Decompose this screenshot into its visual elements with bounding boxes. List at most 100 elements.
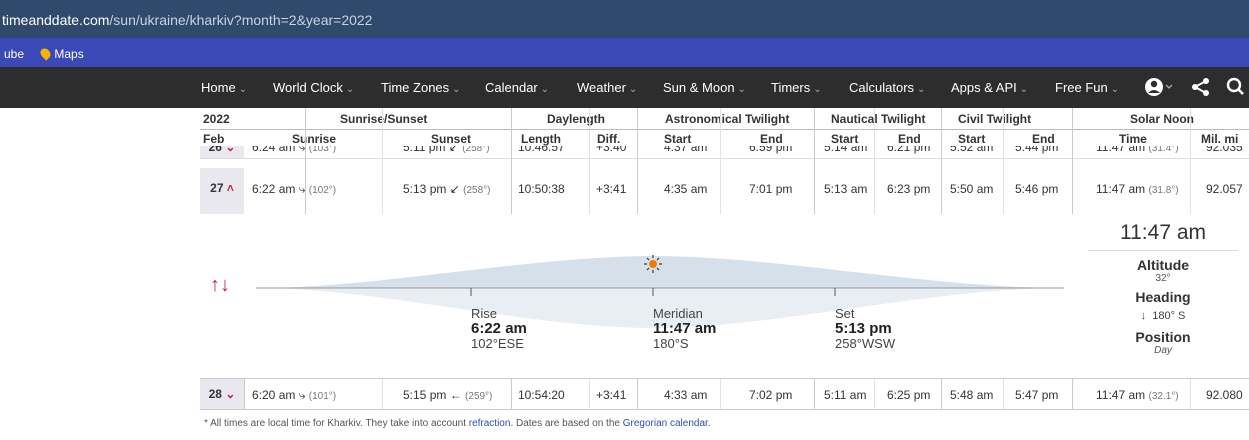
divider: [814, 379, 815, 409]
address-bar[interactable]: timeanddate.com/sun/ukraine/kharkiv?mont…: [0, 0, 1249, 38]
row-sunrise: 6:24 am ⤷ (103°): [252, 146, 336, 155]
account-icon-graphic: [1145, 78, 1173, 96]
nav-apps-api[interactable]: Apps & API ⌄: [951, 80, 1028, 95]
group-daylength: Daylength: [547, 112, 606, 126]
chevron-down-icon: ⌄: [345, 84, 355, 95]
nav-label: Timers: [771, 80, 811, 95]
noon-altitude: (32.1°): [1148, 391, 1179, 402]
row-naut-start: 5:14 am: [824, 146, 868, 154]
nav-timers[interactable]: Timers ⌄: [771, 80, 822, 95]
sunset-time: 5:13 pm: [403, 182, 447, 196]
heading-value: 180° S: [1152, 310, 1186, 322]
divider: [382, 108, 383, 214]
share-icon[interactable]: [1191, 76, 1211, 103]
bookmark-maps[interactable]: Maps: [38, 46, 84, 61]
divider: [1072, 108, 1073, 214]
row-civil-start: 5:50 am: [950, 182, 994, 196]
nav-label: Calculators: [849, 80, 915, 95]
sunset-time: 5:15 pm: [403, 388, 447, 402]
row-astro-start: 4:33 am: [664, 388, 708, 402]
maps-icon: [38, 46, 53, 61]
bookmark-youtube[interactable]: ube: [4, 47, 24, 61]
footnote-text: . Dates are based on the: [510, 418, 623, 429]
table-row-selected[interactable]: 27 ˄ 6:22 am ⤷ (102°) 5:13 pm ↙ (258°) 1…: [200, 168, 1249, 214]
nav-calculators[interactable]: Calculators ⌄: [849, 80, 925, 95]
month-label: Feb: [203, 132, 225, 146]
altitude-label: Altitude: [1136, 257, 1190, 273]
bookmark-maps-label: Maps: [54, 47, 84, 61]
gregorian-calendar-link[interactable]: Gregorian calendar: [623, 418, 708, 429]
nav-time-zones[interactable]: Time Zones ⌄: [381, 80, 461, 95]
row-diff: +3:41: [596, 388, 627, 402]
row-diff: +3:41: [596, 182, 627, 196]
col-sunset: Sunset: [431, 132, 472, 146]
nav-label: World Clock: [273, 80, 343, 95]
nav-calendar[interactable]: Calendar ⌄: [485, 80, 549, 95]
sunset-azimuth: (258°): [463, 185, 491, 196]
search-icon[interactable]: [1226, 76, 1246, 103]
divider: [1003, 379, 1004, 409]
nav-label: Sun & Moon: [663, 80, 735, 95]
row-day: 27: [210, 181, 224, 195]
row-civil-end: 5:44 pm: [1015, 146, 1059, 154]
sunrise-azimuth: (101°): [308, 391, 337, 402]
nav-weather[interactable]: Weather ⌄: [577, 80, 637, 95]
nav-world-clock[interactable]: World Clock ⌄: [273, 80, 354, 95]
row-day: 26: [208, 146, 222, 154]
rise-info: Rise 6:22 am 102°ESE: [471, 306, 527, 351]
sunrise-time: 6:22 am: [252, 182, 296, 196]
nav-label: Time Zones: [381, 80, 450, 95]
divider: [511, 379, 512, 409]
sunset-arrow-icon: ←: [449, 388, 462, 402]
rise-direction: 102°ESE: [471, 336, 524, 351]
refraction-link[interactable]: refraction: [469, 418, 511, 429]
chevron-down-icon: ⌄: [238, 84, 248, 95]
divider: [637, 108, 638, 214]
sunrise-azimuth: (102°): [308, 185, 337, 196]
meridian-label: Meridian: [653, 306, 703, 321]
col-diff: Diff.: [597, 132, 621, 146]
divider: [200, 158, 1249, 159]
divider: [589, 108, 590, 214]
col-astro-start: Start: [664, 132, 692, 146]
col-naut-end: End: [898, 132, 921, 146]
heading-row: ↓ 180° S: [1078, 310, 1248, 322]
bookmarks-bar: ube Maps: [0, 38, 1249, 67]
col-sunrise: Sunrise: [292, 132, 337, 146]
nav-home[interactable]: Home ⌄: [201, 80, 247, 95]
year-label: 2022: [203, 112, 230, 126]
heading-label: Heading: [1135, 289, 1191, 305]
row-date: 27 ˄: [200, 168, 244, 214]
row-naut-end: 6:25 pm: [887, 388, 931, 402]
footnote-text: * All times are local time for Kharkiv. …: [204, 418, 469, 429]
table-row[interactable]: 28 ⌄ 6:20 am ⤷ (101°) 5:15 pm ← (259°) 1…: [200, 378, 1249, 410]
table-row[interactable]: 26 ⌄ 6:24 am ⤷ (103°) 5:11 pm ↙ (258°) 1…: [200, 146, 1249, 158]
share-icon-graphic: [1192, 78, 1209, 96]
toggle-arrows-icon[interactable]: ↑↓: [210, 275, 230, 295]
row-naut-start: 5:11 am: [824, 388, 867, 402]
chevron-down-icon: ⌄: [737, 84, 746, 95]
sunset-arrow-icon: ↙: [449, 182, 460, 196]
set-direction: 258°WSW: [835, 336, 896, 351]
noon-altitude: (31.8°): [1148, 185, 1179, 196]
nav-free-fun[interactable]: Free Fun ⌄: [1055, 80, 1119, 95]
group-astronomical: Astronomical Twilight: [665, 112, 790, 126]
row-astro-start: 4:37 am: [664, 146, 708, 154]
row-sunset: 5:15 pm ← (259°): [403, 388, 492, 402]
row-day: 28: [208, 387, 222, 401]
divider: [511, 108, 512, 214]
col-civil-end: End: [1032, 132, 1055, 146]
divider: [589, 379, 590, 409]
noon-time: 11:47 am: [1096, 182, 1146, 196]
group-solar-noon: Solar Noon: [1130, 112, 1195, 126]
position-label: Position: [1135, 329, 1191, 345]
noon-altitude: (31.4°): [1148, 146, 1179, 154]
divider: [244, 379, 245, 409]
account-icon[interactable]: [1144, 76, 1174, 103]
row-distance: 92.057: [1206, 182, 1243, 196]
divider: [382, 379, 383, 409]
row-sunrise: 6:20 am ⤷ (101°): [252, 388, 336, 403]
nav-sun-moon[interactable]: Sun & Moon ⌄: [663, 80, 746, 95]
divider: [941, 108, 942, 214]
row-noon: 11:47 am (31.8°): [1096, 182, 1179, 196]
